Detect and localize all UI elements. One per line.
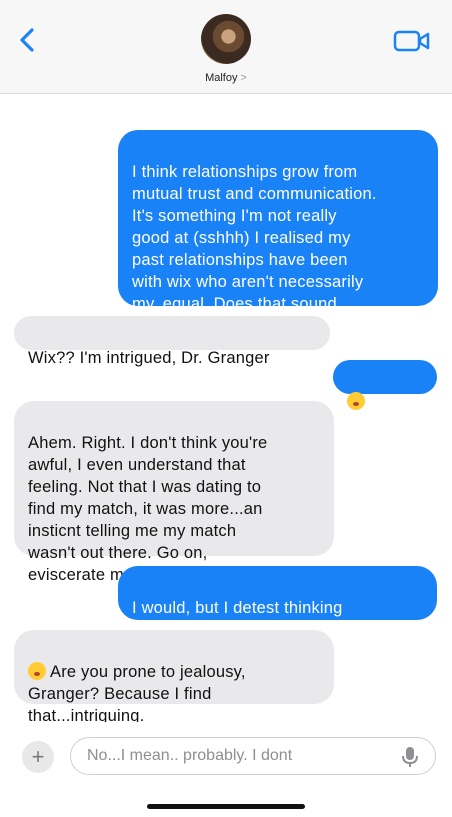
message-input[interactable]: [70, 737, 436, 775]
contact-name-button[interactable]: Malfoy >: [0, 72, 452, 84]
face-with-open-mouth-emoji-icon: [28, 662, 46, 680]
contact-avatar[interactable]: [201, 14, 251, 64]
video-call-icon[interactable]: [393, 29, 431, 53]
message-text: I think relationships grow from mutual t…: [132, 163, 377, 335]
received-message-bubble[interactable]: Wix?? I'm intrigued, Dr. Granger: [14, 316, 330, 367]
message-text: Don't: [369, 393, 409, 411]
back-chevron-icon[interactable]: [14, 26, 42, 54]
conversation-header: Malfoy >: [0, 0, 452, 94]
received-message-bubble[interactable]: Are you prone to jealousy, Granger? Beca…: [14, 630, 334, 725]
message-text: Ahem. Right. I don't think you're awful,…: [28, 434, 268, 584]
message-text: Wix?? I'm intrigued, Dr. Granger: [28, 349, 270, 367]
sent-message-bubble[interactable]: Don't: [333, 360, 437, 411]
contact-name: Malfoy: [205, 72, 238, 84]
received-message-bubble[interactable]: Ahem. Right. I don't think you're awful,…: [14, 401, 334, 584]
home-indicator: [147, 804, 305, 809]
microphone-icon[interactable]: [400, 745, 420, 769]
sent-message-bubble[interactable]: I would, but I detest thinking about you…: [118, 566, 437, 639]
flushed-face-emoji-icon: [347, 392, 365, 410]
add-attachment-button[interactable]: +: [22, 741, 54, 773]
message-text: Are you prone to jealousy, Granger? Beca…: [28, 663, 246, 725]
chevron-right-icon: >: [240, 72, 247, 84]
sent-message-bubble[interactable]: I think relationships grow from mutual t…: [118, 130, 438, 335]
